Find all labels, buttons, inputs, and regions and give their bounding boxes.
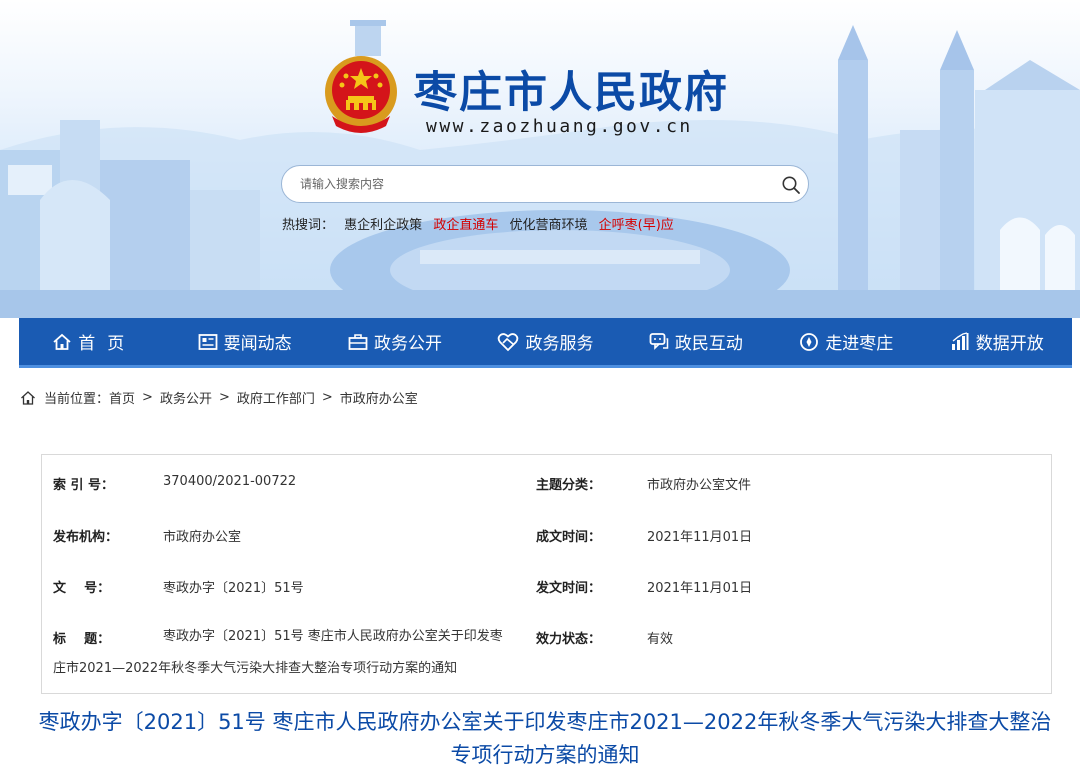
chat-icon bbox=[649, 332, 669, 350]
validity-status-label: 效力状态： bbox=[536, 632, 602, 647]
index-label: 索 引 号： bbox=[53, 478, 115, 493]
city-skyline-illustration bbox=[0, 20, 1080, 318]
nav-item-label: 政务服务 bbox=[525, 334, 594, 354]
bar-chart-icon bbox=[951, 331, 969, 350]
document-info-table: 索 引 号： 370400/2021-00722 主题分类： 市政府办公室文件 … bbox=[41, 454, 1052, 694]
nav-item-label: 走进枣庄 bbox=[825, 334, 894, 354]
published-date-value: 2021年11月01日 bbox=[647, 581, 753, 596]
hot-search-term[interactable]: 企呼枣(早)应 bbox=[599, 218, 674, 233]
nav-item-label: 政民互动 bbox=[674, 334, 743, 354]
breadcrumb-item-open-government[interactable]: 政务公开 bbox=[160, 388, 212, 407]
search-icon[interactable] bbox=[781, 175, 801, 195]
header-banner: 枣庄市人民政府 www.zaozhuang.gov.cn 热搜词： 惠企利企政策… bbox=[0, 0, 1080, 318]
hot-search-term[interactable]: 惠企利企政策 bbox=[344, 218, 422, 233]
nav-item-news[interactable]: 要闻动态 bbox=[169, 317, 319, 367]
hot-search-label: 热搜词： bbox=[282, 218, 335, 233]
created-date-label: 成文时间： bbox=[536, 530, 602, 545]
title-value: 枣政办字〔2021〕51号 枣庄市人民政府办公室关于印发枣庄市2021—2022… bbox=[53, 629, 503, 676]
national-emblem-icon bbox=[325, 56, 397, 133]
nav-item-home[interactable]: 首页 bbox=[19, 317, 169, 367]
breadcrumb-item-departments[interactable]: 政府工作部门 bbox=[237, 388, 315, 407]
document-number-value: 枣政办字〔2021〕51号 bbox=[163, 581, 304, 596]
compass-icon bbox=[800, 332, 819, 351]
document-heading: 枣政办字〔2021〕51号 枣庄市人民政府办公室关于印发枣庄市2021—2022… bbox=[38, 710, 1052, 767]
breadcrumb-item-home[interactable]: 首页 bbox=[109, 388, 135, 407]
breadcrumb-prefix: 当前位置： bbox=[44, 392, 110, 407]
index-value: 370400/2021-00722 bbox=[163, 474, 297, 489]
breadcrumb-separator: > bbox=[218, 390, 230, 405]
site-url[interactable]: www.zaozhuang.gov.cn bbox=[426, 116, 693, 137]
nav-item-label: 首页 bbox=[78, 334, 137, 354]
nav-item-public-interaction[interactable]: 政民互动 bbox=[621, 317, 771, 367]
nav-item-open-government[interactable]: 政务公开 bbox=[320, 317, 470, 367]
nav-item-about-zaozhuang[interactable]: 走进枣庄 bbox=[771, 317, 921, 367]
breadcrumb-item-office[interactable]: 市政府办公室 bbox=[340, 388, 418, 407]
hot-search-term[interactable]: 优化营商环境 bbox=[509, 218, 587, 233]
category-label: 主题分类： bbox=[536, 478, 602, 493]
heart-hand-icon bbox=[498, 332, 519, 351]
issuer-label: 发布机构： bbox=[53, 530, 119, 545]
nav-item-label: 数据开放 bbox=[975, 334, 1044, 354]
created-date-value: 2021年11月01日 bbox=[647, 530, 753, 545]
home-icon bbox=[21, 390, 35, 405]
nav-item-open-data[interactable]: 数据开放 bbox=[922, 317, 1072, 367]
briefcase-icon bbox=[348, 333, 368, 350]
home-icon bbox=[53, 333, 71, 350]
category-value: 市政府办公室文件 bbox=[647, 478, 752, 493]
nav-item-government-services[interactable]: 政务服务 bbox=[470, 317, 620, 367]
news-icon bbox=[198, 333, 218, 350]
nav-item-label: 要闻动态 bbox=[223, 334, 292, 354]
breadcrumb: 当前位置： 首页 > 政务公开 > 政府工作部门 > 市政府办公室 bbox=[20, 388, 418, 407]
issuer-value: 市政府办公室 bbox=[163, 530, 242, 545]
validity-status-value: 有效 bbox=[647, 632, 674, 647]
hot-search-term[interactable]: 政企直通车 bbox=[433, 218, 498, 233]
breadcrumb-separator: > bbox=[142, 390, 153, 405]
document-number-label: 文 号： bbox=[53, 581, 111, 596]
hot-search-terms: 热搜词： 惠企利企政策 政企直通车 优化营商环境 企呼枣(早)应 bbox=[282, 214, 681, 233]
nav-item-label: 政务公开 bbox=[374, 334, 443, 354]
main-nav: 首页 要闻动态 政务公开 政务服务 政民互动 走进枣庄 数据开放 bbox=[19, 318, 1072, 368]
site-title[interactable]: 枣庄市人民政府 bbox=[414, 58, 729, 120]
search-input[interactable] bbox=[300, 174, 770, 194]
search-bar bbox=[281, 165, 809, 203]
breadcrumb-separator: > bbox=[321, 390, 333, 405]
published-date-label: 发文时间： bbox=[536, 581, 602, 596]
